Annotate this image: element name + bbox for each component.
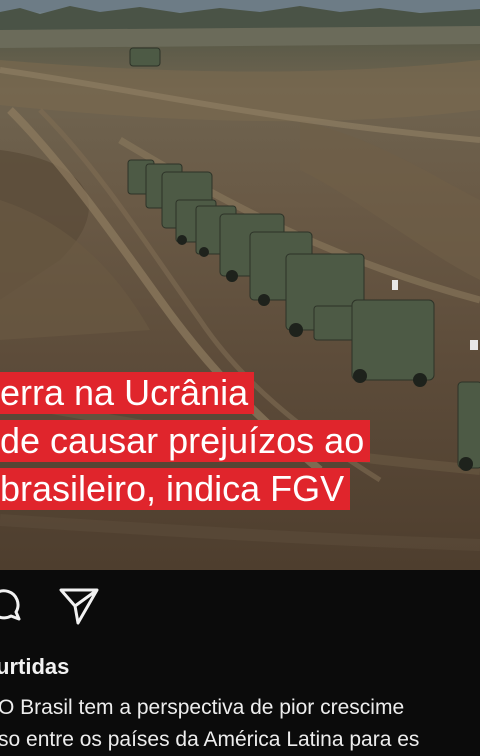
- share-icon[interactable]: [58, 586, 100, 626]
- caption-line-2: so entre os países da América Latina par…: [0, 728, 420, 751]
- headline-line-3: brasileiro, indica FGV: [0, 468, 351, 510]
- shares-count[interactable]: urtidas: [0, 652, 69, 682]
- headline-line-2: de causar prejuízos ao: [0, 420, 371, 462]
- post-image[interactable]: erra na Ucrânia de causar prejuízos ao b…: [0, 0, 480, 570]
- headline-line-1: erra na Ucrânia: [0, 372, 255, 414]
- caption-line-1: O Brasil tem a perspectiva de pior cresc…: [0, 696, 405, 719]
- comment-icon[interactable]: [0, 586, 22, 622]
- post-caption: O Brasil tem a perspectiva de pior cresc…: [0, 692, 480, 756]
- post-actions: [0, 586, 480, 634]
